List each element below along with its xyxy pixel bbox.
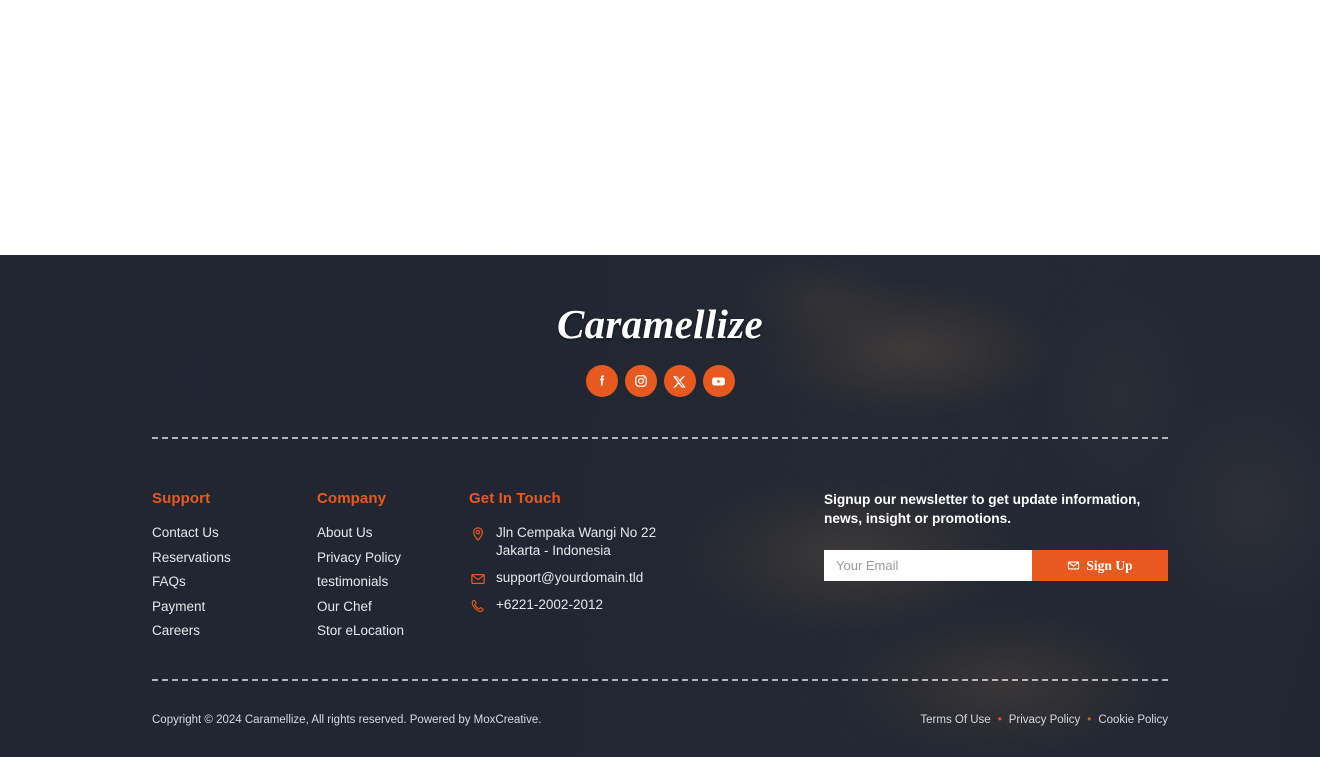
newsletter-email-input[interactable] xyxy=(824,550,1032,581)
get-in-touch-title: Get In Touch xyxy=(469,490,561,507)
company-link-list: About Us Privacy Policy testimonials Our… xyxy=(317,524,469,640)
support-link-reservations[interactable]: Reservations xyxy=(152,550,231,565)
company-link-privacy-policy[interactable]: Privacy Policy xyxy=(317,550,401,565)
contact-address: Jln Cempaka Wangi No 22 Jakarta - Indone… xyxy=(469,524,824,560)
footer-content-container: Caramellize Support Contact Us Reservati… xyxy=(152,255,1168,757)
legal-separator: • xyxy=(997,714,1002,726)
company-title: Company xyxy=(317,490,387,507)
support-link-faqs[interactable]: FAQs xyxy=(152,574,186,589)
list-item: Contact Us xyxy=(152,524,317,542)
list-item: Privacy Policy xyxy=(317,549,469,567)
newsletter-form: Sign Up xyxy=(824,550,1168,581)
contact-email: support@yourdomain.tld xyxy=(469,569,824,587)
list-item: About Us xyxy=(317,524,469,542)
contact-phone: +6221-2002-2012 xyxy=(469,596,824,614)
company-link-store-location[interactable]: Stor eLocation xyxy=(317,623,404,638)
brand-block: Caramellize xyxy=(152,255,1168,397)
youtube-icon xyxy=(712,377,725,385)
envelope-icon xyxy=(469,571,487,587)
envelope-icon xyxy=(1068,561,1080,570)
social-link-x-twitter[interactable] xyxy=(663,365,696,397)
footer-column-get-in-touch: Get In Touch Jln Cempaka Wangi No 22 Jak… xyxy=(469,490,824,647)
footer-column-support: Support Contact Us Reservations FAQs Pay… xyxy=(152,490,317,647)
footer-column-newsletter: Signup our newsletter to get update info… xyxy=(824,490,1168,647)
footer-bottom-bar: Copyright © 2024 Caramellize, All rights… xyxy=(152,714,1168,726)
address-line-1: Jln Cempaka Wangi No 22 xyxy=(496,525,657,540)
support-title: Support xyxy=(152,490,211,507)
social-link-youtube[interactable] xyxy=(702,365,735,397)
footer-column-company: Company About Us Privacy Policy testimon… xyxy=(317,490,469,647)
list-item: Payment xyxy=(152,598,317,616)
brand-logo[interactable]: Caramellize xyxy=(152,304,1168,345)
support-link-list: Contact Us Reservations FAQs Payment Car… xyxy=(152,524,317,640)
list-item: Careers xyxy=(152,622,317,640)
copyright-text: Copyright © 2024 Caramellize, All rights… xyxy=(152,714,542,726)
site-footer: Caramellize Support Contact Us Reservati… xyxy=(0,255,1320,757)
list-item: Stor eLocation xyxy=(317,622,469,640)
legal-link-cookie-policy[interactable]: Cookie Policy xyxy=(1098,714,1168,726)
legal-links: Terms Of Use • Privacy Policy • Cookie P… xyxy=(920,714,1168,726)
footer-columns: Support Contact Us Reservations FAQs Pay… xyxy=(152,490,1168,647)
company-link-our-chef[interactable]: Our Chef xyxy=(317,599,372,614)
newsletter-signup-label: Sign Up xyxy=(1086,557,1133,573)
newsletter-description: Signup our newsletter to get update info… xyxy=(824,492,1141,526)
page-blank-area xyxy=(0,0,1320,255)
list-item: FAQs xyxy=(152,573,317,591)
address-text[interactable]: Jln Cempaka Wangi No 22 Jakarta - Indone… xyxy=(496,524,656,560)
location-pin-icon xyxy=(469,526,487,542)
social-link-instagram[interactable] xyxy=(624,365,657,397)
social-link-facebook[interactable] xyxy=(585,365,618,397)
company-link-testimonials[interactable]: testimonials xyxy=(317,574,388,589)
support-link-contact-us[interactable]: Contact Us xyxy=(152,525,219,540)
legal-separator: • xyxy=(1087,714,1092,726)
page-root: Caramellize Support Contact Us Reservati… xyxy=(0,0,1320,757)
company-link-about-us[interactable]: About Us xyxy=(317,525,373,540)
newsletter-signup-button[interactable]: Sign Up xyxy=(1032,550,1168,581)
legal-link-privacy-policy[interactable]: Privacy Policy xyxy=(1009,714,1081,726)
email-link[interactable]: support@yourdomain.tld xyxy=(496,569,643,587)
x-twitter-icon xyxy=(673,375,686,388)
list-item: testimonials xyxy=(317,573,469,591)
social-links xyxy=(152,365,1168,397)
divider-top xyxy=(152,437,1168,439)
instagram-icon xyxy=(634,375,647,387)
legal-link-terms-of-use[interactable]: Terms Of Use xyxy=(920,714,990,726)
facebook-icon xyxy=(599,375,604,386)
divider-bottom xyxy=(152,679,1168,681)
phone-icon xyxy=(469,598,487,614)
support-link-careers[interactable]: Careers xyxy=(152,623,200,638)
list-item: Reservations xyxy=(152,549,317,567)
support-link-payment[interactable]: Payment xyxy=(152,599,205,614)
phone-link[interactable]: +6221-2002-2012 xyxy=(496,596,603,614)
list-item: Our Chef xyxy=(317,598,469,616)
address-line-2: Jakarta - Indonesia xyxy=(496,543,611,558)
